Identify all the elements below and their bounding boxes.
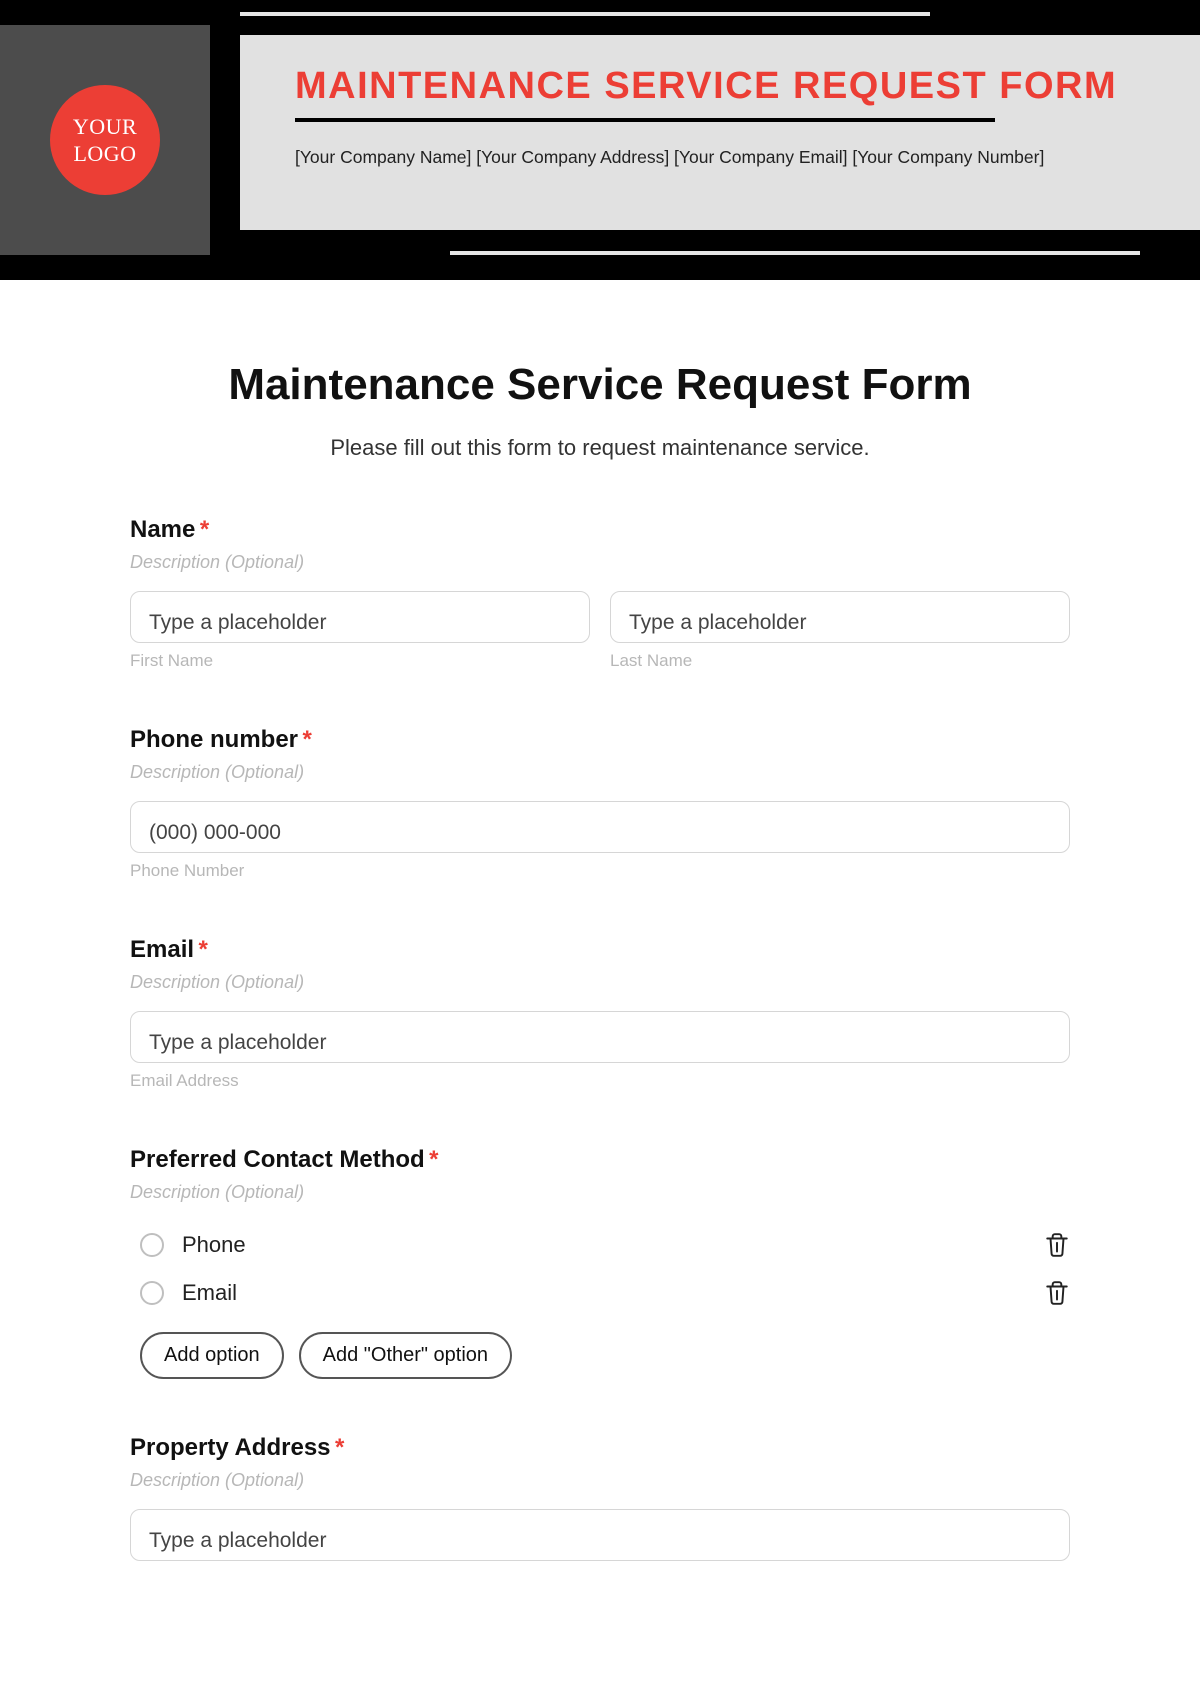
email-input[interactable]: Type a placeholder [130,1011,1070,1063]
option-row-email: Email [130,1269,1070,1317]
field-property-address: Property Address * Description (Optional… [130,1434,1070,1561]
header-company-info: [Your Company Name] [Your Company Addres… [295,147,1200,168]
field-phone: Phone number * Description (Optional) (0… [130,726,1070,881]
property-description[interactable]: Description (Optional) [130,1470,1070,1491]
property-label: Property Address [130,1434,331,1461]
form-subtitle: Please fill out this form to request mai… [130,435,1070,461]
email-sublabel: Email Address [130,1071,1070,1091]
phone-label: Phone number [130,726,298,753]
trash-icon[interactable] [1044,1279,1070,1307]
header-title: MAINTENANCE SERVICE REQUEST FORM [295,65,1200,108]
add-other-option-button[interactable]: Add "Other" option [299,1332,512,1379]
property-input[interactable]: Type a placeholder [130,1509,1070,1561]
field-email: Email * Description (Optional) Type a pl… [130,936,1070,1091]
trash-icon[interactable] [1044,1231,1070,1259]
required-mark: * [200,516,209,543]
required-mark: * [198,936,207,963]
required-mark: * [335,1434,344,1461]
field-name: Name * Description (Optional) Type a pla… [130,516,1070,671]
decorative-line-top [240,12,930,16]
phone-description[interactable]: Description (Optional) [130,762,1070,783]
name-label: Name [130,516,195,543]
option-row-phone: Phone [130,1221,1070,1269]
add-option-button[interactable]: Add option [140,1332,284,1379]
last-name-input[interactable]: Type a placeholder [610,591,1070,643]
option-label-phone[interactable]: Phone [182,1232,246,1258]
logo-circle: YOUR LOGO [50,85,160,195]
logo-text-line2: LOGO [50,140,160,168]
header-underline [295,118,995,122]
option-label-email[interactable]: Email [182,1280,237,1306]
name-description[interactable]: Description (Optional) [130,552,1070,573]
contact-label: Preferred Contact Method [130,1146,425,1173]
decorative-line-bottom [450,251,1140,255]
form-area: Maintenance Service Request Form Please … [0,280,1200,1601]
radio-email[interactable] [140,1281,164,1305]
header-card: MAINTENANCE SERVICE REQUEST FORM [Your C… [240,35,1200,230]
header-banner: YOUR LOGO MAINTENANCE SERVICE REQUEST FO… [0,0,1200,280]
logo-panel: YOUR LOGO [0,25,210,255]
first-name-input[interactable]: Type a placeholder [130,591,590,643]
radio-phone[interactable] [140,1233,164,1257]
first-name-sublabel: First Name [130,651,590,671]
email-label: Email [130,936,194,963]
required-mark: * [429,1146,438,1173]
phone-input[interactable]: (000) 000-000 [130,801,1070,853]
form-title: Maintenance Service Request Form [130,360,1070,410]
required-mark: * [302,726,311,753]
email-description[interactable]: Description (Optional) [130,972,1070,993]
phone-sublabel: Phone Number [130,861,1070,881]
last-name-sublabel: Last Name [610,651,1070,671]
contact-description[interactable]: Description (Optional) [130,1182,1070,1203]
logo-text-line1: YOUR [50,113,160,141]
field-contact-method: Preferred Contact Method * Description (… [130,1146,1070,1379]
